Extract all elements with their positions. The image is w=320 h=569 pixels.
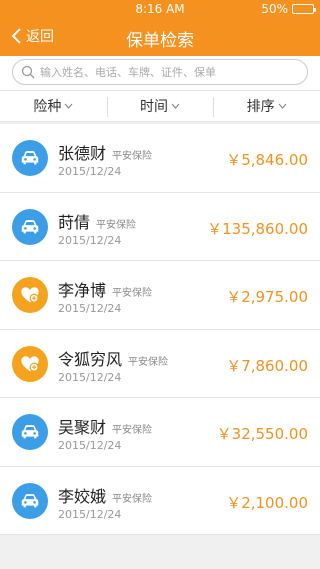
filter-insurance-type[interactable]: 险种	[0, 91, 107, 121]
policy-type-avatar	[12, 277, 48, 313]
policy-row[interactable]: 李净博 平安保险 2015/12/24 ￥2,975.00	[0, 261, 320, 330]
policy-date: 2015/12/24	[58, 302, 122, 315]
car-icon	[21, 425, 39, 439]
nav-bar: 返回 保单检索	[0, 18, 320, 56]
insurer-name: 平安保险	[112, 151, 153, 162]
insured-name-line: 张德财 平安保险	[58, 140, 152, 164]
policy-amount: ￥32,550.00	[216, 425, 308, 443]
chevron-down-icon	[64, 103, 73, 109]
policy-type-avatar	[12, 414, 48, 450]
policy-date: 2015/12/24	[58, 370, 122, 384]
filter-sort[interactable]: 排序	[213, 91, 320, 121]
insured-name: 李姣娥	[58, 486, 107, 506]
insured-name-line: 莳倩 平安保险	[58, 209, 136, 233]
insurer-name: 平安保险	[96, 219, 137, 231]
policy-row[interactable]: 李姣娥 平安保险 2015/12/24 ￥2,100.00	[0, 467, 320, 535]
insured-name-line: 令狐穷风 平安保险	[58, 346, 168, 370]
chevron-down-icon	[171, 103, 180, 109]
search-input[interactable]	[40, 65, 307, 79]
policy-type-avatar	[12, 345, 48, 382]
insured-name-line: 李姣娥 平安保险	[58, 483, 152, 507]
battery-icon	[292, 4, 316, 14]
battery-percent: 50%	[261, 2, 288, 16]
policy-amount: ￥135,860.00	[207, 219, 308, 238]
filter-label: 时间	[140, 99, 168, 115]
status-bar: 8:16 AM 50%	[0, 0, 320, 18]
battery-indicator: 50%	[261, 2, 316, 16]
policy-amount: ￥2,100.00	[226, 493, 308, 512]
car-icon	[21, 493, 39, 507]
policy-type-avatar	[12, 140, 48, 176]
insured-name: 李净博	[58, 281, 107, 300]
policy-row[interactable]: 张德财 平安保险 2015/12/24 ￥5,846.00	[0, 124, 320, 193]
policy-amount: ￥7,860.00	[226, 356, 308, 375]
policy-amount: ￥2,975.00	[226, 288, 308, 306]
policy-list: 张德财 平安保险 2015/12/24 ￥5,846.00 莳倩 平安保险 2015…	[0, 124, 320, 535]
chevron-down-icon	[278, 103, 287, 109]
policy-date: 2015/12/24	[58, 233, 122, 247]
insured-name: 莳倩	[58, 212, 91, 232]
insured-name-line: 吴聚财 平安保险	[58, 414, 152, 438]
policy-date: 2015/12/24	[58, 507, 122, 521]
insured-name: 张德财	[58, 144, 107, 163]
insurer-name: 平安保险	[112, 425, 153, 436]
filter-time[interactable]: 时间	[106, 91, 214, 121]
search-box	[12, 59, 308, 85]
insurer-name: 平安保险	[128, 356, 169, 368]
page-title: 保单检索	[126, 31, 194, 51]
policy-date: 2015/12/24	[58, 439, 122, 452]
search-icon	[21, 65, 35, 79]
filter-bar: 险种 时间 排序	[0, 90, 320, 122]
policy-row[interactable]: 令狐穷风 平安保险 2015/12/24 ￥7,860.00	[0, 330, 320, 398]
car-icon	[21, 151, 39, 165]
policy-type-avatar	[12, 482, 48, 519]
heart-plus-icon	[21, 355, 39, 372]
top-bar: 8:16 AM 50% 返回 保单检索	[0, 0, 320, 56]
car-icon	[21, 219, 39, 233]
insurer-name: 平安保险	[112, 493, 153, 505]
policy-date: 2015/12/24	[58, 165, 122, 178]
filter-label: 险种	[33, 99, 62, 115]
search-bar	[0, 56, 320, 90]
policy-type-avatar	[12, 208, 48, 245]
insured-name: 令狐穷风	[58, 349, 123, 369]
insured-name-line: 李净博 平安保险	[58, 277, 152, 301]
policy-row[interactable]: 莳倩 平安保险 2015/12/24 ￥135,860.00	[0, 193, 320, 261]
policy-row[interactable]: 吴聚财 平安保险 2015/12/24 ￥32,550.00	[0, 398, 320, 467]
policy-amount: ￥5,846.00	[226, 151, 308, 169]
insured-name: 吴聚财	[58, 418, 107, 437]
heart-plus-icon	[21, 287, 39, 303]
filter-label: 排序	[246, 99, 275, 115]
insurer-name: 平安保险	[112, 288, 153, 299]
